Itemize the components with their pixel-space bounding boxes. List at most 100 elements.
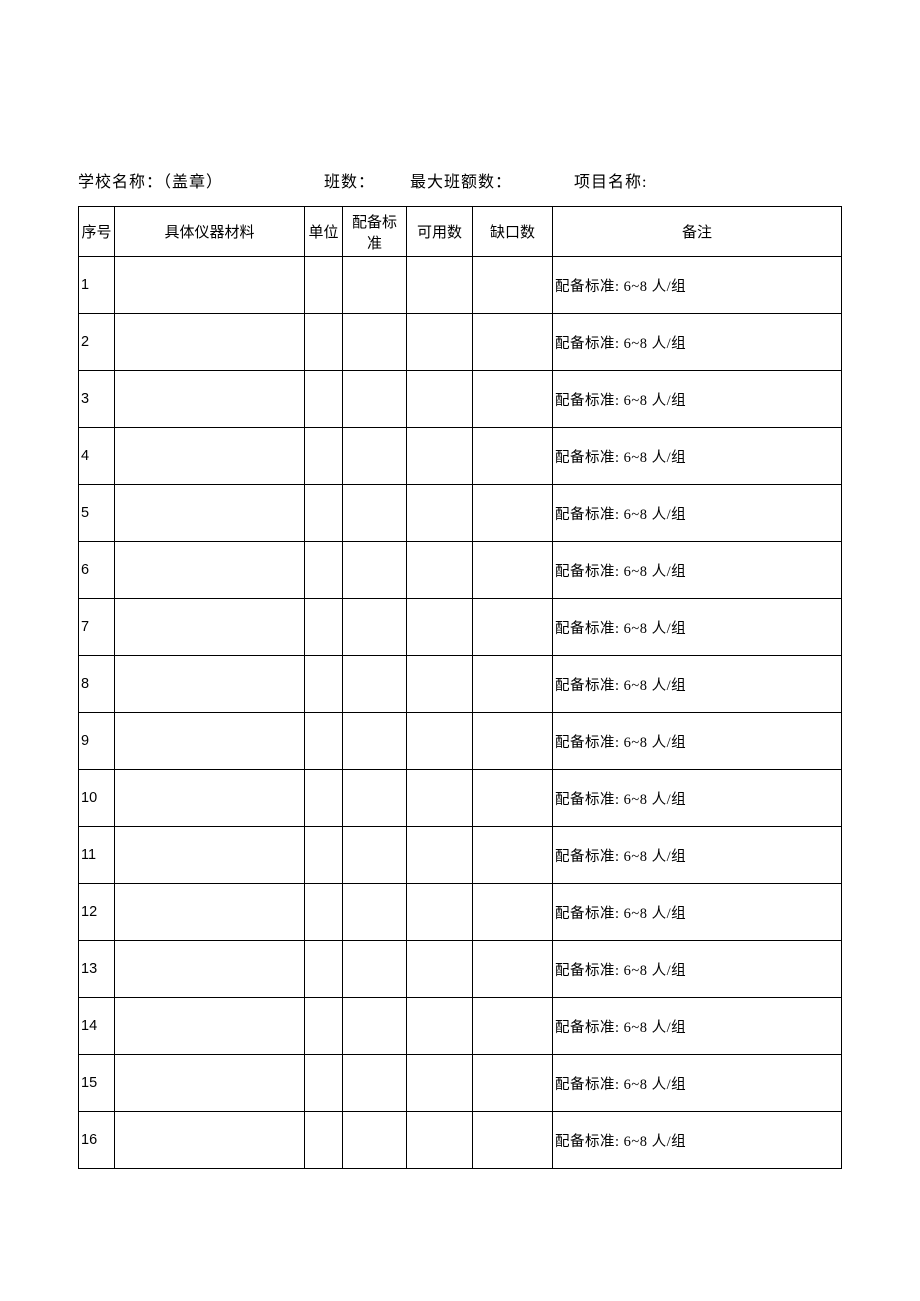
cell-unit xyxy=(305,485,343,542)
cell-item xyxy=(115,713,305,770)
cell-available xyxy=(407,941,473,998)
cell-note: 配备标准: 6~8 人/组 xyxy=(553,713,842,770)
cell-gap xyxy=(473,827,553,884)
cell-seq: 12 xyxy=(79,884,115,941)
cell-unit xyxy=(305,599,343,656)
col-header-available: 可用数 xyxy=(407,207,473,257)
table-header-row: 序号 具体仪器材料 单位 配备标准 可用数 缺口数 备注 xyxy=(79,207,842,257)
equipment-table: 序号 具体仪器材料 单位 配备标准 可用数 缺口数 备注 1 配备标准: 6~8 … xyxy=(78,206,842,1169)
cell-standard xyxy=(343,941,407,998)
cell-gap xyxy=(473,1112,553,1169)
col-header-gap: 缺口数 xyxy=(473,207,553,257)
cell-standard xyxy=(343,1055,407,1112)
cell-unit xyxy=(305,941,343,998)
cell-standard xyxy=(343,371,407,428)
cell-gap xyxy=(473,485,553,542)
cell-item xyxy=(115,1055,305,1112)
cell-standard xyxy=(343,998,407,1055)
table-row: 15 配备标准: 6~8 人/组 xyxy=(79,1055,842,1112)
cell-available xyxy=(407,770,473,827)
cell-gap xyxy=(473,656,553,713)
cell-seq: 7 xyxy=(79,599,115,656)
school-name-label: 学校名称：（盖章） xyxy=(78,168,324,192)
cell-seq: 5 xyxy=(79,485,115,542)
cell-seq: 10 xyxy=(79,770,115,827)
cell-unit xyxy=(305,371,343,428)
cell-gap xyxy=(473,713,553,770)
cell-item xyxy=(115,371,305,428)
cell-gap xyxy=(473,941,553,998)
cell-standard xyxy=(343,428,407,485)
cell-unit xyxy=(305,257,343,314)
cell-seq: 6 xyxy=(79,542,115,599)
document-page: 学校名称：（盖章） 班数： 最大班额数： 项目名称: 序号 具体仪器材料 单位 … xyxy=(0,0,920,1169)
cell-standard xyxy=(343,656,407,713)
table-row: 7 配备标准: 6~8 人/组 xyxy=(79,599,842,656)
cell-note: 配备标准: 6~8 人/组 xyxy=(553,1055,842,1112)
cell-note: 配备标准: 6~8 人/组 xyxy=(553,656,842,713)
cell-seq: 15 xyxy=(79,1055,115,1112)
cell-note: 配备标准: 6~8 人/组 xyxy=(553,371,842,428)
cell-gap xyxy=(473,599,553,656)
cell-available xyxy=(407,998,473,1055)
cell-gap xyxy=(473,1055,553,1112)
col-header-seq: 序号 xyxy=(79,207,115,257)
cell-note: 配备标准: 6~8 人/组 xyxy=(553,599,842,656)
table-body: 1配备标准: 6~8 人/组2配备标准: 6~8 人/组3配备标准: 6~8 人… xyxy=(79,257,842,1169)
max-class-size-label: 最大班额数： xyxy=(410,168,574,192)
table-row: 11配备标准: 6~8 人/组 xyxy=(79,827,842,884)
cell-seq: 8 xyxy=(79,656,115,713)
table-row: 14配备标准: 6~8 人/组 xyxy=(79,998,842,1055)
cell-unit xyxy=(305,428,343,485)
cell-item xyxy=(115,257,305,314)
cell-gap xyxy=(473,998,553,1055)
cell-standard xyxy=(343,599,407,656)
cell-item xyxy=(115,1112,305,1169)
cell-note: 配备标准: 6~8 人/组 xyxy=(553,1112,842,1169)
cell-note: 配备标准: 6~8 人/组 xyxy=(553,257,842,314)
table-row: 8 配备标准: 6~8 人/组 xyxy=(79,656,842,713)
table-row: 9 配备标准: 6~8 人/组 xyxy=(79,713,842,770)
cell-gap xyxy=(473,542,553,599)
cell-item xyxy=(115,542,305,599)
cell-available xyxy=(407,884,473,941)
table-row: 3配备标准: 6~8 人/组 xyxy=(79,371,842,428)
cell-unit xyxy=(305,827,343,884)
cell-unit xyxy=(305,314,343,371)
col-header-standard: 配备标准 xyxy=(343,207,407,257)
cell-available xyxy=(407,428,473,485)
cell-note: 配备标准: 6~8 人/组 xyxy=(553,884,842,941)
cell-item xyxy=(115,599,305,656)
table-row: 13配备标准: 6~8 人/组 xyxy=(79,941,842,998)
cell-seq: 9 xyxy=(79,713,115,770)
cell-gap xyxy=(473,428,553,485)
table-row: 2配备标准: 6~8 人/组 xyxy=(79,314,842,371)
cell-available xyxy=(407,1055,473,1112)
table-row: 4配备标准: 6~8 人/组 xyxy=(79,428,842,485)
cell-standard xyxy=(343,1112,407,1169)
table-row: 12 配备标准: 6~8 人/组 xyxy=(79,884,842,941)
cell-available xyxy=(407,827,473,884)
cell-standard xyxy=(343,884,407,941)
cell-note: 配备标准: 6~8 人/组 xyxy=(553,770,842,827)
cell-standard xyxy=(343,257,407,314)
cell-unit xyxy=(305,542,343,599)
cell-item xyxy=(115,770,305,827)
cell-unit xyxy=(305,770,343,827)
cell-note: 配备标准: 6~8 人/组 xyxy=(553,941,842,998)
cell-item xyxy=(115,485,305,542)
cell-available xyxy=(407,314,473,371)
cell-seq: 1 xyxy=(79,257,115,314)
cell-gap xyxy=(473,257,553,314)
cell-gap xyxy=(473,884,553,941)
cell-available xyxy=(407,257,473,314)
cell-unit xyxy=(305,713,343,770)
cell-item xyxy=(115,998,305,1055)
cell-gap xyxy=(473,770,553,827)
table-row: 6配备标准: 6~8 人/组 xyxy=(79,542,842,599)
cell-seq: 14 xyxy=(79,998,115,1055)
col-header-item: 具体仪器材料 xyxy=(115,207,305,257)
table-row: 1 配备标准: 6~8 人/组 xyxy=(79,257,842,314)
table-row: 16配备标准: 6~8 人/组 xyxy=(79,1112,842,1169)
cell-available xyxy=(407,542,473,599)
